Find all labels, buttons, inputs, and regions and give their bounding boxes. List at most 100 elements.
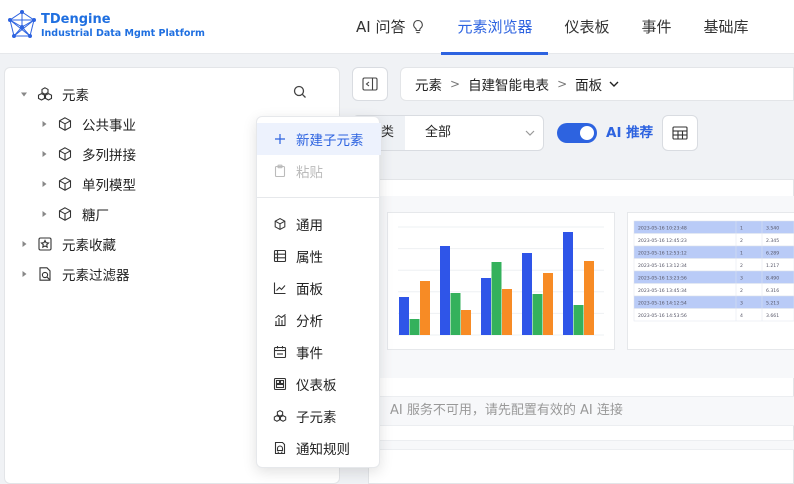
ai-recommend-label: AI 推荐 [606, 125, 654, 141]
chevron-down-icon[interactable] [609, 80, 619, 88]
nav-dashboard-label: 仪表板 [564, 18, 610, 36]
tree-node-label: 单列模型 [82, 178, 136, 194]
menu-general[interactable]: 通用 [257, 208, 381, 240]
tree-node-label: 元素 [62, 88, 89, 104]
menu-item-label: 通用 [296, 218, 323, 234]
nav-dashboard[interactable]: 仪表板 [548, 0, 625, 54]
calendar-icon [273, 346, 287, 359]
bar-chart-thumbnail[interactable] [387, 212, 615, 350]
table-cell: 5.213 [766, 301, 779, 307]
tree-node-sugar-factory[interactable]: 糖厂 [39, 201, 109, 227]
caret-right-icon[interactable] [39, 209, 49, 219]
nav-library[interactable]: 基础库 [688, 0, 765, 54]
ai-input-area[interactable] [377, 440, 794, 450]
cluster-icon [37, 87, 53, 101]
top-bar: TDengine Industrial Data Mgmt Platform A… [0, 0, 794, 55]
tree-node-favorites[interactable]: 元素收藏 [19, 231, 116, 257]
breadcrumb-item[interactable]: 面板 [575, 74, 602, 94]
table-cell: 2023-05-16 10:23:48 [638, 226, 687, 232]
layout-grid-button[interactable] [662, 115, 698, 151]
tree-node-root[interactable]: 元素 [19, 81, 89, 107]
tree-node-multi-column[interactable]: 多列拼接 [39, 141, 136, 167]
list-icon [273, 249, 287, 263]
chart-bar [420, 281, 430, 335]
caret-right-icon[interactable] [39, 179, 49, 189]
nav-events[interactable]: 事件 [626, 0, 688, 54]
table-cell: 1 [740, 226, 743, 232]
nav-events-label: 事件 [641, 18, 672, 36]
menu-item-label: 通知规则 [296, 442, 350, 458]
chart-bar [409, 319, 420, 335]
table-cell: 2 [740, 238, 743, 244]
menu-dashboard[interactable]: 仪表板 [257, 368, 381, 400]
menu-paste[interactable]: 粘贴 [257, 155, 381, 187]
category-value: 全部 [425, 125, 452, 140]
nav-ai-qa[interactable]: AI 问答 [340, 0, 441, 54]
collapse-sidebar-button[interactable] [352, 67, 388, 101]
menu-notification-rules[interactable]: 通知规则 [257, 432, 381, 464]
chart-bar [440, 246, 450, 335]
chart-bar [573, 305, 584, 335]
table-cell: 2023-05-16 14:12:54 [638, 301, 687, 307]
tree-node-utilities[interactable]: 公共事业 [39, 111, 136, 137]
brand[interactable]: TDengine Industrial Data Mgmt Platform [7, 9, 205, 43]
chevron-down-icon [525, 130, 535, 136]
breadcrumb-item[interactable]: 自建智能电表 [468, 74, 549, 94]
caret-right-icon[interactable] [19, 239, 29, 249]
tree-node-single-column[interactable]: 单列模型 [39, 171, 136, 197]
nav-element-browser-label: 元素浏览器 [457, 18, 533, 36]
table-cell: 6.316 [766, 288, 779, 294]
main-nav: AI 问答 元素浏览器 仪表板 事件 基础库 [340, 0, 765, 55]
tree-node-filters[interactable]: 元素过滤器 [19, 261, 130, 287]
table-cell: 1 [740, 251, 743, 257]
main-area: 元素 > 自建智能电表 > 面板 类 全部 AI 推荐 2023-05-16 1… [352, 67, 794, 484]
lightbulb-icon [413, 19, 424, 34]
tree-node-label: 多列拼接 [82, 148, 136, 164]
menu-item-label: 子元素 [296, 410, 337, 426]
table-grid-icon [672, 126, 688, 140]
tree-node-label: 元素收藏 [62, 238, 116, 254]
context-menu: 新建子元素 粘贴 通用 属性 面板 分析 事件 仪表板 子元素 通知规则 [256, 116, 381, 468]
cube-icon [58, 207, 72, 221]
cube-icon [58, 147, 72, 161]
menu-attributes[interactable]: 属性 [257, 240, 381, 272]
analysis-icon [275, 314, 286, 327]
star-badge-icon [38, 237, 52, 251]
menu-panel[interactable]: 面板 [257, 272, 381, 304]
ai-recommend-toggle[interactable] [557, 123, 597, 143]
line-chart-icon [273, 282, 286, 295]
caret-right-icon[interactable] [39, 119, 49, 129]
filter-row: 类 全部 AI 推荐 [352, 115, 794, 151]
menu-divider [257, 197, 381, 198]
chart-bar [584, 261, 594, 335]
caret-right-icon[interactable] [19, 269, 29, 279]
bar-chart-svg [398, 226, 604, 336]
cluster-icon [273, 409, 287, 422]
menu-child-elements[interactable]: 子元素 [257, 400, 381, 432]
menu-analysis[interactable]: 分析 [257, 304, 381, 336]
table-cell: 3 [740, 276, 743, 282]
menu-new-child-element[interactable]: 新建子元素 [257, 123, 381, 155]
chart-bar [450, 293, 461, 335]
collapse-icon [362, 77, 378, 91]
cube-icon [58, 177, 72, 191]
table-thumbnail[interactable]: 2023-05-16 10:23:48 1 3.540 2023-05-16 12:4… [627, 212, 794, 350]
table-cell: 2 [740, 263, 743, 269]
breadcrumb-item[interactable]: 元素 [415, 74, 442, 94]
table-cell: 2 [740, 288, 743, 294]
chevron-right-icon: > [557, 77, 568, 91]
menu-item-label: 属性 [296, 250, 323, 266]
table-cell: 2023-05-16 13:12:34 [638, 263, 687, 269]
table-svg: 2023-05-16 10:23:48 1 3.540 2023-05-16 12:4… [633, 220, 794, 322]
menu-item-label: 分析 [296, 314, 323, 330]
table-cell: 3.540 [766, 226, 779, 232]
caret-right-icon[interactable] [39, 149, 49, 159]
nav-element-browser[interactable]: 元素浏览器 [441, 0, 549, 55]
menu-item-label: 仪表板 [296, 378, 337, 394]
chart-bar [532, 294, 543, 335]
tree-node-label: 公共事业 [82, 118, 136, 134]
caret-down-icon[interactable] [19, 89, 29, 99]
search-icon[interactable] [293, 85, 307, 99]
menu-item-label: 粘贴 [296, 165, 323, 181]
menu-events[interactable]: 事件 [257, 336, 381, 368]
